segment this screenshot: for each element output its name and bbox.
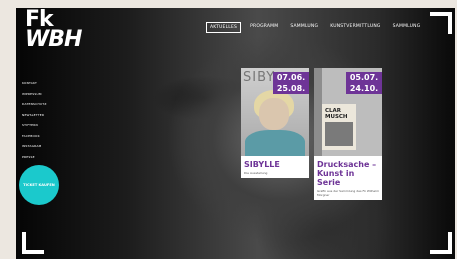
card-subtitle: Grafik aus der Sammlung des Fk Wilhelm M…: [317, 189, 380, 197]
side-link-kontakt[interactable]: KONTAKT: [22, 78, 47, 89]
side-link-presse[interactable]: PRESSE: [22, 152, 47, 163]
side-link-facebook[interactable]: FACEBOOK: [22, 131, 47, 142]
side-link-newsletter[interactable]: NEWSLETTER: [22, 110, 47, 121]
site-logo[interactable]: Fk WBH: [25, 9, 82, 52]
date-start: 07.06.: [276, 73, 306, 82]
date-start: 05.07.: [349, 73, 379, 82]
exhibition-card-sibylle[interactable]: SIBY 07.06. 25.08. SIBYLLE Die Ausstellu…: [241, 68, 309, 178]
nav-item-aktuelles[interactable]: AKTUELLES: [206, 22, 242, 33]
side-link-impressum[interactable]: IMPRESSUM: [22, 89, 47, 100]
side-link-stiftern[interactable]: STIFTERN: [22, 120, 47, 131]
image-shadow-strip: [314, 68, 322, 156]
card-subtitle: Die Ausstellung: [244, 171, 268, 175]
exhibition-card-drucksache[interactable]: CLAR MUSCH 05.07. 24.10. Drucksache – Ku…: [314, 68, 382, 200]
poster-lettering: CLAR MUSCH: [325, 108, 348, 120]
card-title: Drucksache – Kunst in Serie: [317, 160, 377, 187]
corner-bracket-bottom-left: [22, 232, 44, 254]
nav-item-sammlung-2[interactable]: SAMMLUNG: [390, 22, 424, 33]
poster-shape: CLAR MUSCH: [322, 104, 356, 150]
portrait-head-shape: [259, 98, 289, 130]
ticket-button[interactable]: TICKET KAUFEN: [19, 165, 59, 205]
corner-bracket-bottom-right: [430, 232, 452, 254]
date-badge: 07.06. 25.08.: [273, 72, 309, 94]
portrait-body-shape: [245, 130, 305, 156]
nav-item-sammlung[interactable]: SAMMLUNG: [287, 22, 321, 33]
date-badge: 05.07. 24.10.: [346, 72, 382, 94]
side-link-instagram[interactable]: INSTAGRAM: [22, 141, 47, 152]
image-lettering: SIBY: [243, 70, 276, 85]
ticket-button-label: TICKET KAUFEN: [23, 183, 55, 187]
exhibition-image: CLAR MUSCH 05.07. 24.10.: [314, 68, 382, 156]
logo-line-2: WBH: [25, 27, 82, 52]
top-navigation: AKTUELLES PROGRAMM SAMMLUNG KUNSTVERMITT…: [206, 22, 423, 33]
nav-item-programm[interactable]: PROGRAMM: [247, 22, 281, 33]
side-link-datenschutz[interactable]: DATENSCHUTZ: [22, 99, 47, 110]
nav-item-kunstvermittlung[interactable]: KUNSTVERMITTLUNG: [327, 22, 383, 33]
date-end: 25.08.: [276, 84, 306, 93]
date-end: 24.10.: [349, 84, 379, 93]
poster-illustration: [325, 122, 353, 146]
card-title: SIBYLLE: [244, 160, 280, 169]
corner-bracket-top-right: [430, 12, 452, 34]
exhibition-image: SIBY 07.06. 25.08.: [241, 68, 309, 156]
hero-frame: Fk WBH AKTUELLES PROGRAMM SAMMLUNG KUNST…: [16, 8, 455, 259]
hero-portrait-image: [16, 8, 455, 259]
side-navigation: KONTAKT IMPRESSUM DATENSCHUTZ NEWSLETTER…: [22, 78, 47, 162]
